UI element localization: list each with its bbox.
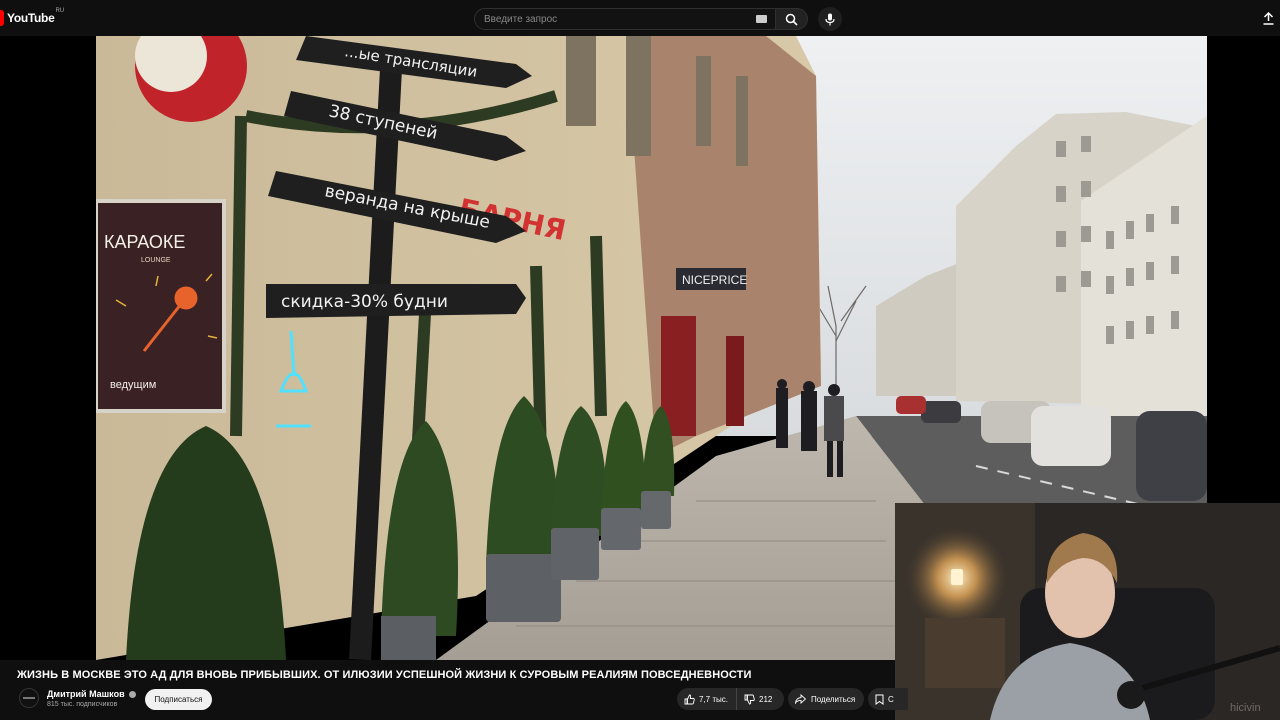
sign-text-4: скидка-30% будни <box>281 292 448 312</box>
red-window-lights-2 <box>726 336 744 426</box>
webcam-overlay: hicivin <box>895 503 1280 720</box>
youtube-logo[interactable]: YouTube RU <box>0 8 65 26</box>
lightbox-footer: ведущим <box>110 379 156 391</box>
lightbox-title: КАРАОКЕ <box>104 232 185 252</box>
lightbox-subtitle: LOUNGE <box>141 257 171 264</box>
top-bar: YouTube RU <box>0 0 1280 36</box>
region-label: RU <box>55 8 65 14</box>
verified-icon <box>128 690 136 698</box>
webcam-scene: hicivin <box>895 503 1280 720</box>
keyboard-icon[interactable] <box>756 15 767 23</box>
channel-avatar[interactable] <box>19 688 39 708</box>
channel-name: Дмитрий Машков <box>47 689 125 699</box>
voice-search-button[interactable] <box>818 7 842 31</box>
share-label: Поделиться <box>811 694 856 704</box>
dislike-button[interactable]: 212 <box>737 688 772 710</box>
play-logo-icon <box>0 10 4 26</box>
save-label: С <box>888 694 894 704</box>
logo-text: YouTube <box>7 11 55 25</box>
bookmark-icon <box>875 694 884 705</box>
video-info: ЖИЗНЬ В МОСКВЕ ЭТО АД ДЛЯ ВНОВЬ ПРИБЫВШИ… <box>0 660 908 720</box>
red-building <box>626 36 821 456</box>
thumbs-up-icon <box>684 694 695 704</box>
subscribe-button[interactable]: Подписаться <box>145 689 212 710</box>
upload-button[interactable] <box>1260 10 1276 26</box>
like-button[interactable]: 7,7 тыс. <box>677 688 737 710</box>
channel-name-row[interactable]: Дмитрий Машков <box>47 689 136 699</box>
search-input[interactable] <box>475 9 775 30</box>
like-dislike-bar: 7,7 тыс. 212 <box>677 688 784 710</box>
side-table <box>925 618 1005 688</box>
like-count: 7,7 тыс. <box>699 694 728 704</box>
watermark: hicivin <box>1230 702 1261 714</box>
thumbs-down-icon <box>744 694 755 704</box>
search-icon <box>785 13 798 26</box>
subscriber-count: 815 тыс. подписчиков <box>47 701 118 708</box>
share-icon <box>795 694 806 704</box>
microphone-icon <box>825 13 835 25</box>
video-title: ЖИЗНЬ В МОСКВЕ ЭТО АД ДЛЯ ВНОВЬ ПРИБЫВШИ… <box>17 669 752 681</box>
save-button[interactable]: С <box>868 688 908 710</box>
mic-head <box>1117 681 1145 709</box>
share-button[interactable]: Поделиться <box>788 688 864 710</box>
search-box <box>474 8 776 30</box>
search-button[interactable] <box>776 8 808 30</box>
upload-icon <box>1263 11 1273 25</box>
shop-sign: NICEPRICE <box>682 273 747 287</box>
dislike-count: 212 <box>759 694 773 704</box>
